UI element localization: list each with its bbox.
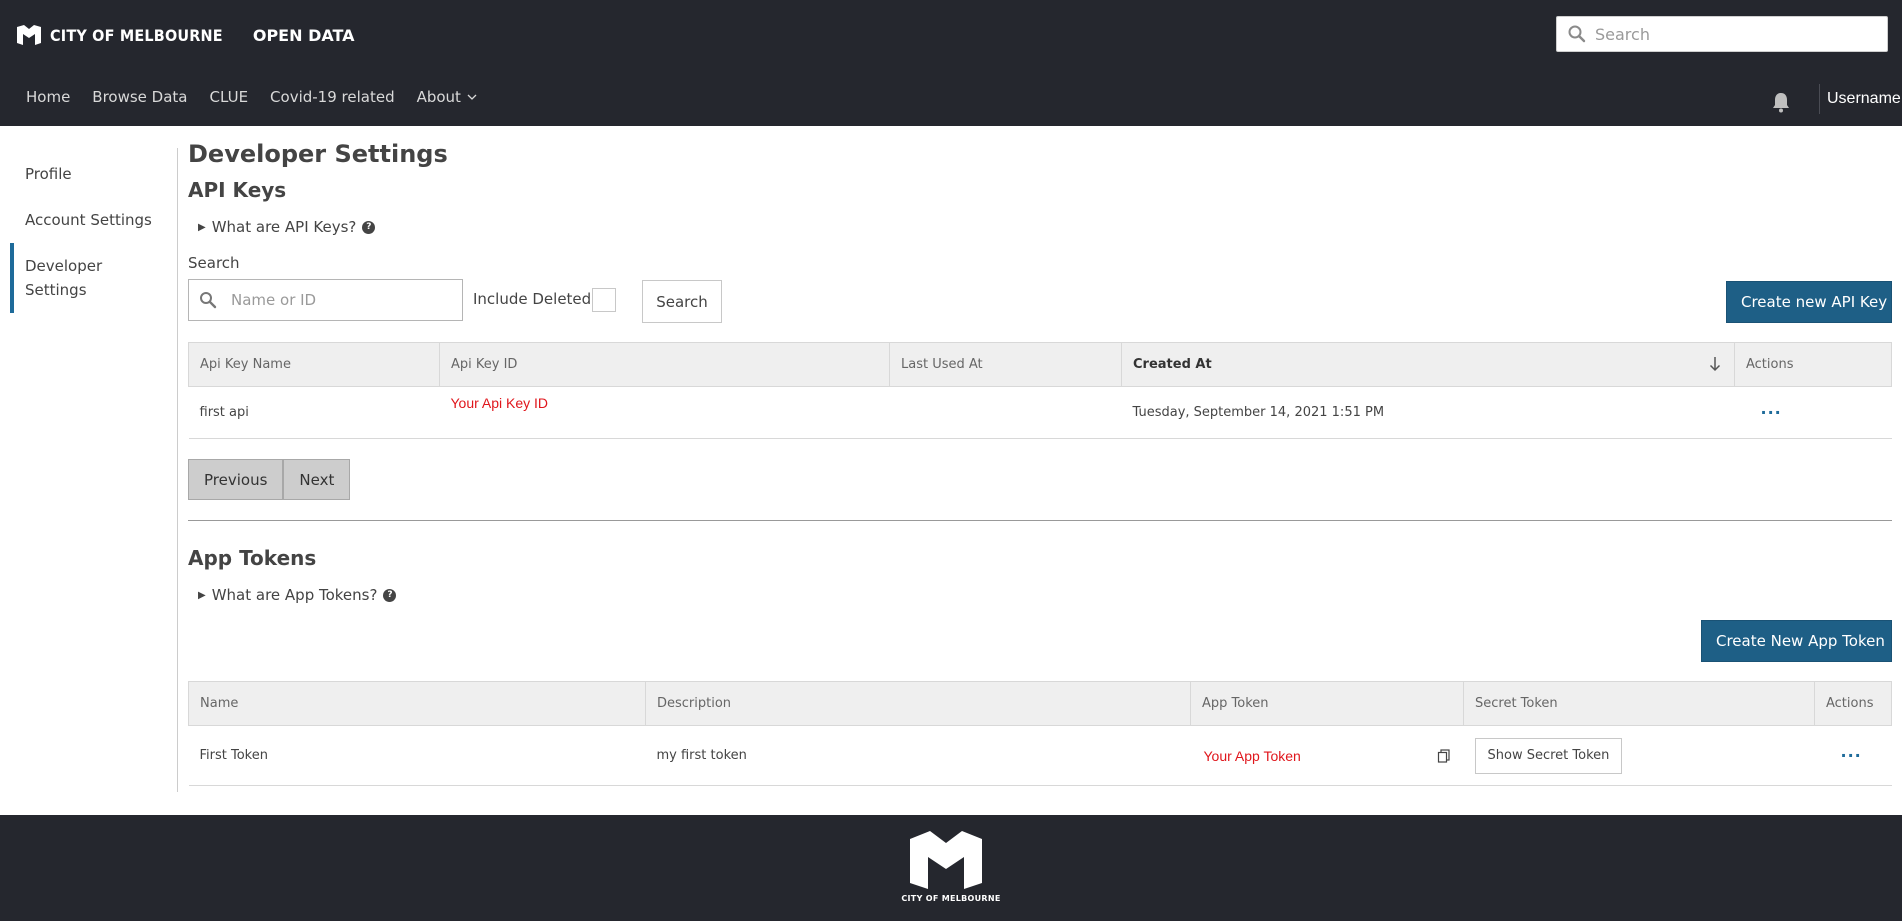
table-row: First Token my first token Your App Toke… xyxy=(188,725,1892,786)
user-divider xyxy=(1819,84,1820,114)
more-actions-icon[interactable]: ··· xyxy=(1761,403,1782,422)
help-icon: ? xyxy=(383,588,397,602)
sidebar-divider xyxy=(177,148,178,792)
copy-icon[interactable] xyxy=(1437,748,1451,763)
global-search[interactable] xyxy=(1556,16,1888,52)
col-token-name[interactable]: Name xyxy=(188,681,646,726)
nav-browse-data[interactable]: Browse Data xyxy=(92,88,187,106)
brand[interactable]: CITY OF MELBOURNE OPEN DATA xyxy=(16,24,355,46)
previous-page-button[interactable]: Previous xyxy=(188,459,284,500)
nav-clue[interactable]: CLUE xyxy=(210,88,249,106)
api-keys-title: API Keys xyxy=(188,178,287,202)
help-icon: ? xyxy=(362,220,376,234)
brand-subtitle: OPEN DATA xyxy=(252,25,355,45)
app-token-value: Your App Token xyxy=(1203,747,1301,764)
col-secret-token[interactable]: Secret Token xyxy=(1463,681,1815,726)
next-page-button[interactable]: Next xyxy=(283,459,351,500)
col-last-used-at[interactable]: Last Used At xyxy=(889,342,1122,387)
nav-covid[interactable]: Covid-19 related xyxy=(270,88,395,106)
col-created-at[interactable]: Created At xyxy=(1121,342,1735,387)
show-secret-token-button[interactable]: Show Secret Token xyxy=(1474,737,1623,774)
page-title: Developer Settings xyxy=(188,140,448,168)
app-tokens-disclosure[interactable]: ▶ What are App Tokens? ? xyxy=(198,586,397,604)
secret-token-cell: Show Secret Token xyxy=(1463,725,1815,786)
nav-about-label: About xyxy=(416,88,461,106)
main-nav: Home Browse Data CLUE Covid-19 related A… xyxy=(26,88,499,106)
sort-descending-icon xyxy=(1709,357,1721,372)
chevron-down-icon xyxy=(467,94,477,100)
section-divider xyxy=(188,520,1892,521)
api-key-search-label: Search xyxy=(188,254,240,272)
top-header: CITY OF MELBOURNE OPEN DATA Home Browse … xyxy=(0,0,1902,126)
api-key-actions-cell: ··· xyxy=(1734,386,1892,439)
global-search-input[interactable] xyxy=(1595,24,1875,44)
nav-about[interactable]: About xyxy=(417,88,477,106)
brand-name: CITY OF MELBOURNE xyxy=(50,25,223,45)
table-header-row: Api Key Name Api Key ID Last Used At Cre… xyxy=(188,342,1892,387)
api-keys-pagination: Previous Next xyxy=(188,459,351,500)
melbourne-logo-icon xyxy=(17,25,41,45)
api-keys-disclosure[interactable]: ▶ What are API Keys? ? xyxy=(198,218,376,236)
col-created-at-label: Created At xyxy=(1133,357,1212,372)
include-deleted-label: Include Deleted xyxy=(473,290,592,308)
api-keys-disclosure-label: What are API Keys? xyxy=(211,218,357,236)
token-description-cell: my first token xyxy=(645,725,1191,786)
api-key-search[interactable] xyxy=(188,279,463,321)
create-api-key-button[interactable]: Create new API Key xyxy=(1726,281,1892,323)
token-actions-cell: ··· xyxy=(1814,725,1892,786)
sidebar-item-profile[interactable]: Profile xyxy=(25,162,72,186)
col-token-actions: Actions xyxy=(1814,681,1892,726)
col-api-key-name[interactable]: Api Key Name xyxy=(188,342,440,387)
app-tokens-table: Name Description App Token Secret Token … xyxy=(188,681,1892,786)
more-actions-icon[interactable]: ··· xyxy=(1841,746,1862,765)
app-tokens-disclosure-label: What are App Tokens? xyxy=(211,586,378,604)
api-key-created-cell: Tuesday, September 14, 2021 1:51 PM xyxy=(1121,386,1735,439)
notification-bell-icon[interactable] xyxy=(1771,91,1791,113)
nav-home[interactable]: Home xyxy=(26,88,70,106)
table-header-row: Name Description App Token Secret Token … xyxy=(188,681,1892,726)
footer-brand: CITY OF MELBOURNE xyxy=(901,894,1001,903)
token-name-cell: First Token xyxy=(188,725,646,786)
sidebar-item-account-settings[interactable]: Account Settings xyxy=(25,208,152,232)
api-key-last-used-cell xyxy=(889,386,1122,439)
app-token-cell: Your App Token xyxy=(1190,725,1464,786)
include-deleted-checkbox[interactable] xyxy=(592,288,616,312)
table-row: first api Your Api Key ID Tuesday, Septe… xyxy=(188,386,1892,439)
app-tokens-title: App Tokens xyxy=(188,546,317,570)
search-icon xyxy=(1568,25,1586,43)
sidebar-active-indicator xyxy=(10,243,14,313)
col-actions: Actions xyxy=(1734,342,1892,387)
api-key-name-cell: first api xyxy=(188,386,440,439)
username[interactable]: Username xyxy=(1827,90,1901,108)
create-app-token-button[interactable]: Create New App Token xyxy=(1701,620,1892,662)
col-token-description[interactable]: Description xyxy=(645,681,1191,726)
sidebar-item-developer-settings[interactable]: Developer Settings xyxy=(25,254,135,302)
search-icon xyxy=(200,292,217,309)
melbourne-logo-icon xyxy=(910,831,982,889)
api-key-id-cell: Your Api Key ID xyxy=(439,386,890,439)
col-api-key-id[interactable]: Api Key ID xyxy=(439,342,890,387)
api-keys-table: Api Key Name Api Key ID Last Used At Cre… xyxy=(188,342,1892,439)
api-key-search-button[interactable]: Search xyxy=(642,280,722,323)
disclosure-triangle-icon: ▶ xyxy=(198,221,206,233)
col-app-token[interactable]: App Token xyxy=(1190,681,1464,726)
disclosure-triangle-icon: ▶ xyxy=(198,589,206,601)
api-key-search-input[interactable] xyxy=(231,291,451,309)
